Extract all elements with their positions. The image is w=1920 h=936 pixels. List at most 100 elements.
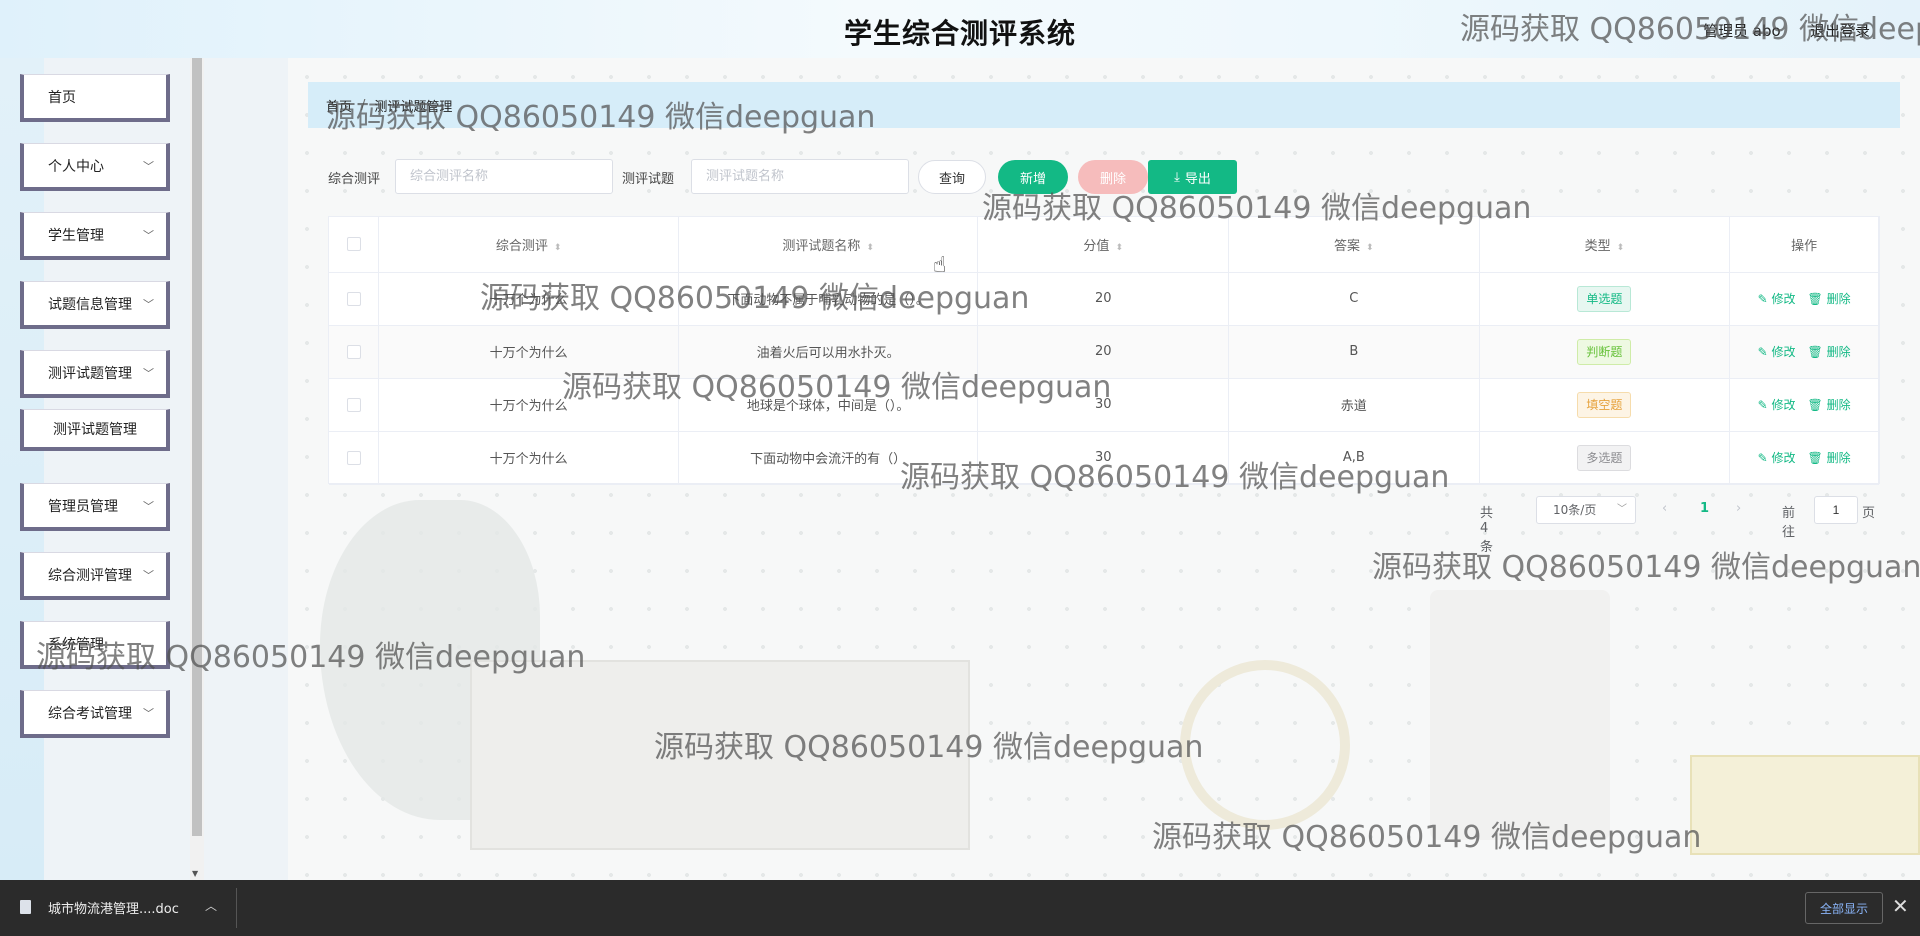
edit-button[interactable]: ✎ 修改: [1758, 398, 1796, 412]
cell-question: 下面动物不属于哺乳动物的是（）。: [678, 272, 979, 326]
trash-icon: 🗑: [1807, 398, 1823, 412]
cell-answer: C: [1228, 272, 1480, 326]
submenu-item-assessment-questions[interactable]: 测评试题管理: [20, 409, 170, 451]
column-header-actions: 操作: [1729, 217, 1879, 273]
cell-actions: ✎ 修改 🗑 删除: [1729, 272, 1879, 326]
delete-button[interactable]: 🗑 删除: [1808, 451, 1851, 465]
chevron-down-icon: ﹀: [1617, 504, 1627, 515]
cell-type: 单选题: [1479, 272, 1731, 326]
sidebar: 首页 个人中心 ﹀ 学生管理 ﹀ 试题信息管理 ﹀ 测评试题管理 ﹀ 测评试题管…: [0, 58, 190, 880]
sidebar-item-label: 学生管理: [48, 227, 104, 244]
cell-answer: B: [1228, 325, 1480, 379]
chevron-down-icon: ﹀: [143, 228, 154, 242]
edit-button[interactable]: ✎ 修改: [1758, 345, 1796, 359]
cell-type: 填空题: [1479, 378, 1731, 432]
breadcrumb-separator: /: [361, 97, 366, 113]
cell-answer: A,B: [1228, 431, 1480, 485]
row-checkbox[interactable]: [346, 291, 361, 306]
row-checkbox[interactable]: [346, 450, 361, 465]
page-suffix-label: 页: [1862, 506, 1876, 521]
add-button[interactable]: 新增: [998, 160, 1068, 194]
pedestal-decoration: [470, 660, 970, 850]
delete-button[interactable]: 🗑 删除: [1808, 345, 1851, 359]
column-header-answer[interactable]: 答案 ⬍: [1228, 217, 1480, 273]
sidebar-item-personal-center[interactable]: 个人中心 ﹀: [20, 143, 170, 191]
sidebar-item-admin-management[interactable]: 管理员管理 ﹀: [20, 483, 170, 531]
sidebar-item-student-management[interactable]: 学生管理 ﹀: [20, 212, 170, 260]
table-row: 十万个为什么 油着火后可以用水扑灭。 20 B 判断题 ✎ 修改 🗑 删除: [329, 325, 1879, 379]
goto-page-input[interactable]: [1814, 496, 1858, 524]
column-header-type[interactable]: 类型 ⬍: [1479, 217, 1731, 273]
page-size-select[interactable]: 10条/页 ﹀: [1536, 496, 1636, 524]
sort-icon[interactable]: ⬍: [866, 243, 874, 253]
export-button[interactable]: ⤓ 导出: [1148, 160, 1237, 194]
delete-button[interactable]: 🗑 删除: [1808, 292, 1851, 306]
sort-icon[interactable]: ⬍: [1366, 243, 1374, 253]
chevron-down-icon: ﹀: [143, 159, 154, 173]
query-button[interactable]: 查询: [918, 160, 986, 194]
breadcrumb-home[interactable]: 首页: [326, 96, 352, 115]
top-header: 学生综合测评系统 管理员 abo 退出登录: [0, 0, 1920, 58]
column-header-score[interactable]: 分值 ⬍: [977, 217, 1229, 273]
sort-icon[interactable]: ⬍: [1617, 243, 1625, 253]
assessment-search-input[interactable]: [395, 159, 613, 194]
sort-icon[interactable]: ⬍: [554, 243, 562, 253]
select-all-cell[interactable]: [329, 217, 380, 273]
scroll-down-arrow-icon[interactable]: ▼: [192, 869, 198, 878]
cell-score: 30: [977, 378, 1229, 432]
cell-assessment: 十万个为什么: [378, 325, 679, 379]
sidebar-item-assessment-questions[interactable]: 测评试题管理 ﹀: [20, 350, 170, 398]
export-button-label: 导出: [1184, 171, 1211, 187]
type-tag: 单选题: [1577, 285, 1632, 312]
current-user-label: 管理员 abo: [1703, 22, 1781, 40]
edit-icon: ✎: [1757, 292, 1768, 306]
chevron-down-icon: ﹀: [143, 499, 154, 513]
cell-assessment: 十万个为什么: [378, 431, 679, 485]
next-page-icon[interactable]: ›: [1736, 501, 1741, 516]
ring-decoration: [1180, 660, 1350, 830]
sidebar-item-home[interactable]: 首页: [20, 74, 170, 122]
edit-button[interactable]: ✎ 修改: [1758, 292, 1796, 306]
sidebar-item-label: 系统管理: [48, 636, 104, 653]
sidebar-item-comprehensive-assessment[interactable]: 综合测评管理 ﹀: [20, 552, 170, 600]
show-all-button[interactable]: 全部显示: [1805, 892, 1883, 924]
chevron-down-icon: ﹀: [143, 366, 154, 380]
delete-button[interactable]: 🗑 删除: [1808, 398, 1851, 412]
edit-icon: ✎: [1757, 451, 1768, 465]
logout-link[interactable]: 退出登录: [1810, 20, 1870, 41]
column-header-assessment[interactable]: 综合测评 ⬍: [378, 217, 679, 273]
assessment-search-label: 综合测评: [328, 172, 381, 187]
chevron-down-icon: ﹀: [143, 297, 154, 311]
sort-icon[interactable]: ⬍: [1115, 243, 1123, 253]
download-bar: 城市物流港管理....doc ︿ 全部显示 ✕: [0, 880, 1920, 936]
sidebar-item-exam-management[interactable]: 综合考试管理 ﹀: [20, 690, 170, 738]
batch-delete-button[interactable]: 删除: [1078, 160, 1148, 194]
row-checkbox[interactable]: [346, 397, 361, 412]
question-search-input[interactable]: [691, 159, 909, 194]
sidebar-scrollbar[interactable]: ▼: [190, 58, 204, 880]
cell-answer: 赤道: [1228, 378, 1480, 432]
sidebar-item-label: 管理员管理: [48, 498, 118, 515]
download-file-name[interactable]: 城市物流港管理....doc: [48, 898, 179, 917]
type-tag: 多选题: [1577, 444, 1632, 471]
site-title: 学生综合测评系统: [843, 17, 1076, 50]
cell-score: 20: [977, 325, 1229, 379]
chevron-up-icon[interactable]: ︿: [205, 897, 217, 914]
sidebar-item-label: 个人中心: [48, 158, 104, 175]
cell-question: 地球是个球体，中间是（）。: [678, 378, 979, 432]
scrollbar-thumb[interactable]: [192, 58, 202, 836]
type-tag: 判断题: [1577, 338, 1632, 365]
sidebar-item-label: 试题信息管理: [48, 296, 132, 313]
sidebar-item-system-management[interactable]: 系统管理: [20, 621, 170, 669]
download-icon: ⤓: [1174, 169, 1180, 185]
close-icon[interactable]: ✕: [1892, 894, 1909, 918]
sidebar-item-question-info[interactable]: 试题信息管理 ﹀: [20, 281, 170, 329]
cell-actions: ✎ 修改 🗑 删除: [1729, 431, 1879, 485]
page-number[interactable]: 1: [1700, 501, 1709, 516]
cell-actions: ✎ 修改 🗑 删除: [1729, 378, 1879, 432]
row-checkbox[interactable]: [346, 344, 361, 359]
select-all-checkbox[interactable]: [346, 237, 361, 252]
prev-page-icon[interactable]: ‹: [1662, 501, 1667, 516]
cell-assessment: 十万个为什么: [378, 378, 679, 432]
edit-button[interactable]: ✎ 修改: [1758, 451, 1796, 465]
